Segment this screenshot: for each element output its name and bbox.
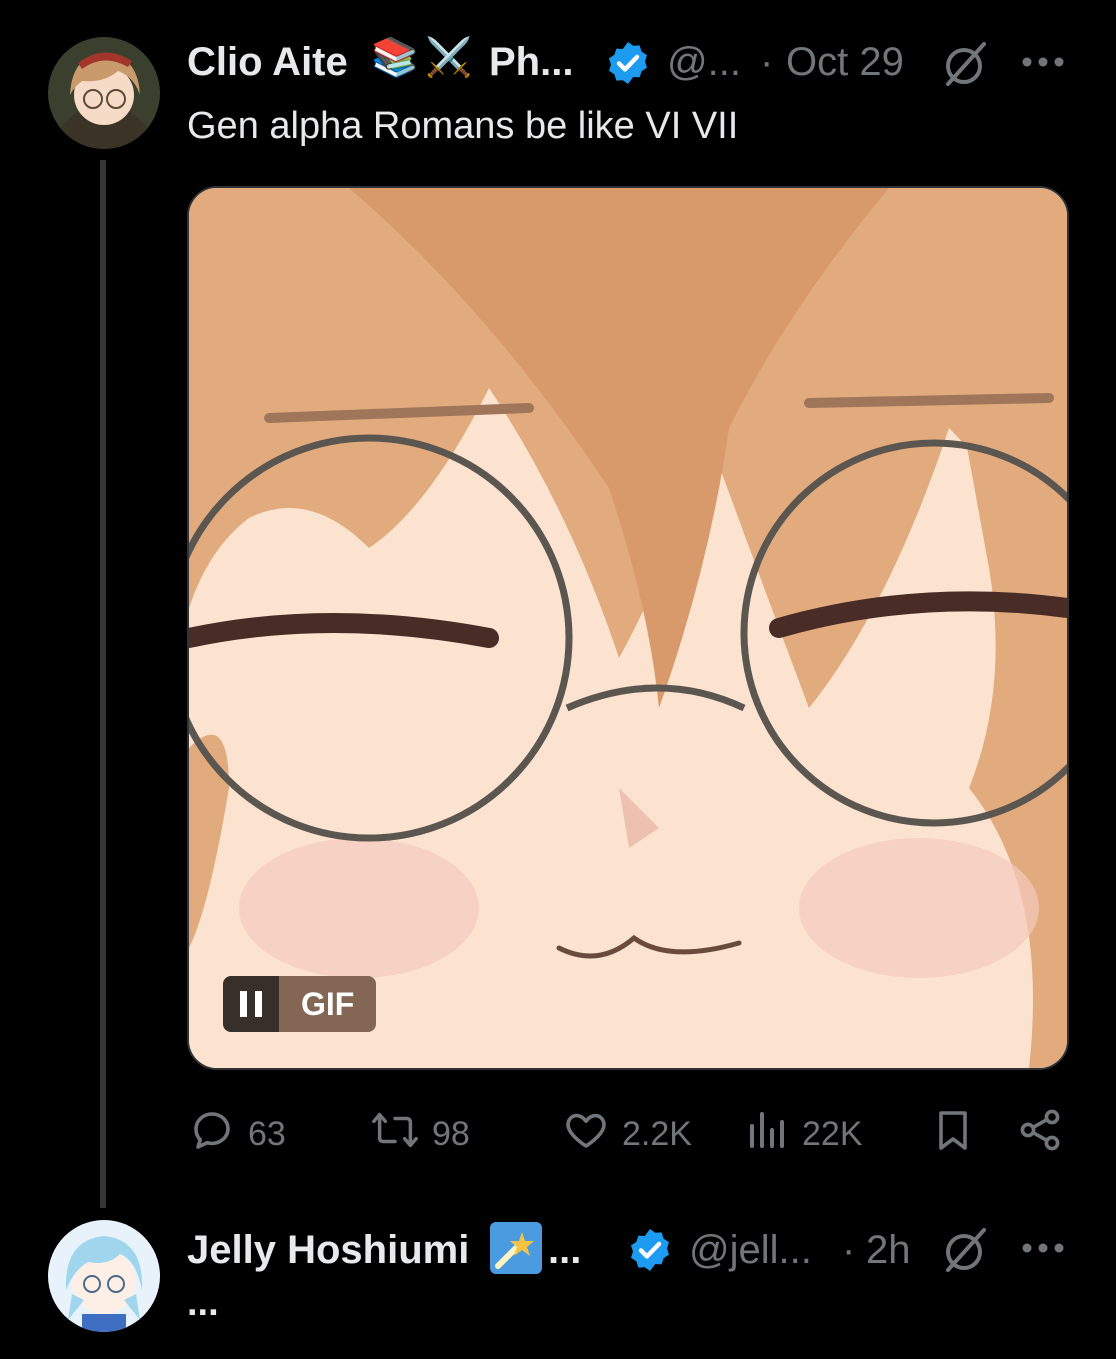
pause-icon[interactable] (223, 976, 279, 1032)
like-button[interactable]: 2.2K (562, 1106, 692, 1163)
shooting-star-emoji-icon (490, 1222, 542, 1279)
tweet2-more-dots-icon[interactable] (1020, 1238, 1066, 1263)
like-count: 2.2K (622, 1115, 692, 1153)
tweet2-handle[interactable]: @jell... (689, 1228, 812, 1273)
tweet2-text: ... (187, 1282, 219, 1324)
verified-badge-icon[interactable] (604, 39, 652, 92)
thread-connector-line (100, 160, 106, 1208)
repost-count: 98 (432, 1115, 470, 1153)
gif-label: GIF (279, 976, 377, 1032)
tweet2-timestamp[interactable]: 2h (866, 1228, 911, 1273)
avatar-clio-aite[interactable] (48, 37, 160, 149)
tweet1-more-dots-icon[interactable] (1020, 52, 1066, 77)
gif-badge[interactable]: GIF (223, 976, 377, 1032)
repost-button[interactable]: 98 (370, 1106, 470, 1163)
share-icon[interactable] (1016, 1106, 1064, 1159)
books-emoji-icon: 📚 (371, 37, 419, 79)
reply-bubble-icon (188, 1106, 236, 1163)
tweet1-text: Gen alpha Romans be like VI VII (187, 105, 739, 147)
tweet1-display-name[interactable]: Clio Aite (187, 40, 348, 85)
crossed-swords-emoji-icon: ⚔️ (425, 37, 473, 79)
tweet2-name-ellipsis: ... (548, 1228, 582, 1272)
tweet2-display-name[interactable]: Jelly Hoshiumi (187, 1228, 469, 1273)
tweet2-separator: · (842, 1228, 856, 1272)
repost-arrows-icon (370, 1106, 420, 1163)
tweet2-grok-slash-icon[interactable] (940, 1224, 992, 1281)
avatar-jelly-hoshiumi[interactable] (48, 1220, 160, 1332)
heart-icon (562, 1106, 610, 1163)
tweet1-gif-media[interactable]: GIF (187, 186, 1069, 1070)
views-bars-icon (746, 1106, 790, 1163)
reply-count: 63 (248, 1115, 286, 1153)
bookmark-icon[interactable] (929, 1106, 977, 1159)
tweet1-name-suffix[interactable]: Ph... (489, 40, 573, 85)
tweet1-timestamp[interactable]: Oct 29 (786, 40, 904, 85)
anime-face-gif-frame (189, 188, 1067, 1068)
reply-button[interactable]: 63 (188, 1106, 286, 1163)
views-button[interactable]: 22K (746, 1106, 863, 1163)
views-count: 22K (802, 1115, 863, 1153)
tweet1-handle[interactable]: @... (667, 40, 741, 85)
tweet1-separator: · (760, 40, 774, 84)
tweet2-verified-badge-icon[interactable] (626, 1226, 674, 1279)
grok-slash-icon[interactable] (940, 38, 992, 95)
